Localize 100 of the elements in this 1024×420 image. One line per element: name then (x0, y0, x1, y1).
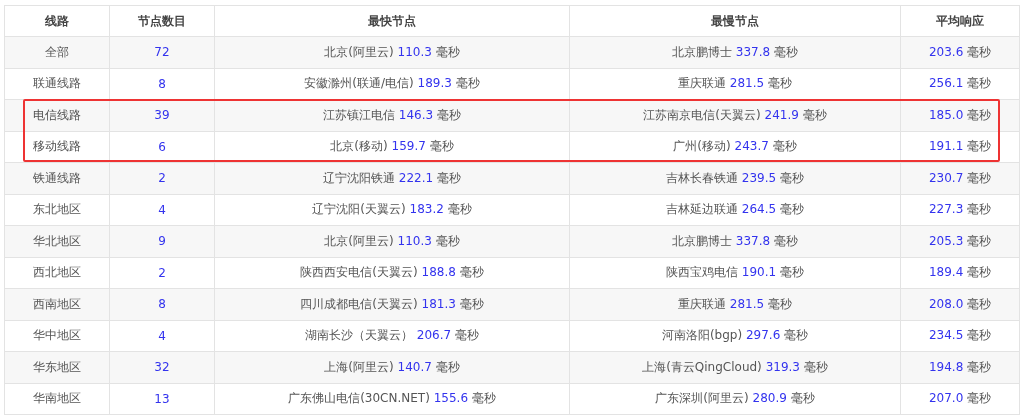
unit-label: 毫秒 (774, 233, 798, 248)
unit-label: 毫秒 (435, 44, 460, 59)
latency-value: 203.6 (928, 44, 964, 59)
latency-value: 208.0 (928, 296, 964, 311)
unit-label: 毫秒 (437, 170, 461, 185)
node-count: 32 (154, 360, 170, 375)
node-name: 江苏镇江电信 (323, 107, 395, 122)
unit-label: 毫秒 (967, 391, 992, 406)
node-name: 吉林延边联通 (666, 202, 738, 217)
latency-value: 337.8 (735, 44, 771, 59)
latency-value: 281.5 (729, 76, 765, 91)
latency-value: 239.5 (741, 170, 777, 185)
latency-value: 194.8 (928, 359, 964, 374)
node-name: 四川成都电信(天翼云) (300, 296, 418, 311)
latency-value: 183.2 (409, 202, 444, 217)
latency-value: 181.3 (421, 296, 456, 311)
unit-label: 毫秒 (967, 139, 992, 154)
latency-value: 140.7 (397, 359, 432, 374)
unit-label: 毫秒 (967, 44, 992, 59)
node-name: 北京(阿里云) (324, 233, 394, 248)
latency-value: 110.3 (397, 44, 432, 59)
node-count: 39 (154, 108, 170, 123)
node-count: 72 (154, 45, 170, 60)
latency-value: 155.6 (433, 391, 469, 406)
line-name: 联通线路 (33, 76, 81, 91)
node-name: 吉林长春铁通 (666, 170, 738, 185)
node-name: 北京(移动) (330, 139, 388, 154)
column-header: 节点数目 (109, 5, 215, 37)
latency-value: 234.5 (928, 328, 964, 343)
latency-value: 241.9 (764, 107, 799, 122)
node-name: 安徽滁州(联通/电信) (304, 76, 414, 91)
node-name: 广东佛山电信(30CN.NET) (288, 391, 430, 406)
node-name: 重庆联通 (678, 296, 726, 311)
node-name: 北京鹏博士 (672, 44, 732, 59)
node-name: 辽宁沈阳铁通 (323, 170, 395, 185)
latency-value: 206.7 (416, 328, 452, 343)
unit-label: 毫秒 (802, 107, 827, 122)
line-name: 华中地区 (33, 328, 81, 343)
node-count: 9 (158, 234, 166, 249)
node-name: 辽宁沈阳(天翼云) (312, 202, 406, 217)
node-count: 4 (158, 202, 166, 217)
unit-label: 毫秒 (455, 328, 479, 343)
latency-value: 281.5 (729, 296, 765, 311)
latency-value: 159.7 (391, 139, 426, 154)
unit-label: 毫秒 (768, 76, 792, 91)
line-name: 西北地区 (33, 265, 81, 280)
line-name: 西南地区 (33, 296, 81, 311)
unit-label: 毫秒 (967, 296, 992, 311)
column-header: 最慢节点 (569, 5, 901, 37)
column-header: 线路 (4, 5, 110, 37)
unit-label: 毫秒 (437, 107, 461, 122)
unit-label: 毫秒 (435, 359, 460, 374)
node-name: 广东深圳(阿里云) (655, 391, 749, 406)
unit-label: 毫秒 (471, 391, 496, 406)
latency-value: 191.1 (928, 139, 964, 154)
unit-label: 毫秒 (459, 296, 484, 311)
node-name: 上海(阿里云) (324, 359, 394, 374)
line-name: 华东地区 (33, 359, 81, 374)
node-name: 湖南长沙（天翼云） (305, 328, 413, 343)
unit-label: 毫秒 (435, 233, 460, 248)
latency-value: 222.1 (398, 170, 434, 185)
unit-label: 毫秒 (967, 76, 992, 91)
unit-label: 毫秒 (768, 296, 792, 311)
latency-value: 190.1 (741, 265, 777, 280)
line-name: 铁通线路 (33, 170, 81, 185)
latency-value: 256.1 (928, 76, 964, 91)
unit-label: 毫秒 (967, 202, 992, 217)
node-name: 上海(青云QingCloud) (642, 359, 762, 374)
latency-value: 264.5 (741, 202, 777, 217)
latency-value: 185.0 (928, 107, 964, 122)
column-header: 最快节点 (214, 5, 570, 37)
latency-value: 189.3 (417, 76, 452, 91)
unit-label: 毫秒 (772, 139, 797, 154)
node-name: 河南洛阳(bgp) (661, 328, 743, 343)
node-count: 4 (158, 328, 166, 343)
latency-value: 297.6 (745, 328, 781, 343)
unit-label: 毫秒 (429, 139, 454, 154)
unit-label: 毫秒 (455, 76, 480, 91)
line-name: 移动线路 (33, 139, 81, 154)
line-name: 全部 (45, 44, 69, 59)
unit-label: 毫秒 (790, 391, 815, 406)
node-name: 广州(移动) (673, 139, 731, 154)
unit-label: 毫秒 (967, 359, 992, 374)
latency-value: 189.4 (928, 265, 964, 280)
node-name: 北京鹏博士 (672, 233, 732, 248)
unit-label: 毫秒 (967, 328, 992, 343)
node-count: 6 (158, 139, 166, 154)
latency-value: 207.0 (928, 391, 964, 406)
line-name: 电信线路 (33, 107, 81, 122)
unit-label: 毫秒 (967, 170, 992, 185)
node-count: 8 (158, 76, 166, 91)
node-name: 重庆联通 (678, 76, 726, 91)
unit-label: 毫秒 (803, 359, 828, 374)
latency-value: 205.3 (928, 233, 964, 248)
line-name: 华南地区 (33, 391, 81, 406)
node-count: 13 (154, 391, 170, 406)
latency-value: 146.3 (398, 107, 434, 122)
latency-value: 110.3 (397, 233, 432, 248)
line-name: 东北地区 (33, 202, 81, 217)
node-count: 2 (158, 265, 166, 280)
